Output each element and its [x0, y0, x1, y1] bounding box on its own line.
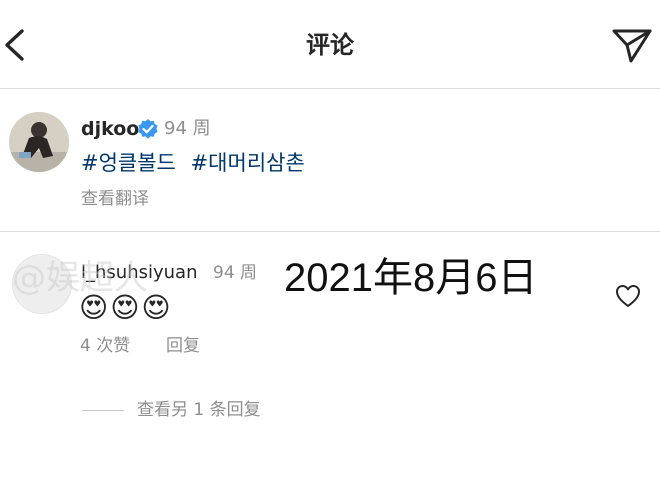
- like-button[interactable]: [614, 283, 642, 309]
- page-title: 评论: [306, 31, 354, 59]
- reply-button[interactable]: 回复: [166, 334, 200, 358]
- avatar[interactable]: [9, 112, 69, 172]
- share-button[interactable]: [611, 28, 653, 64]
- top-bar: 评论: [0, 0, 660, 90]
- see-translation-link[interactable]: 查看翻译: [81, 187, 149, 211]
- post-caption-block: djkoo 94 周 #엉클볼드 #대머리삼촌 查看翻译: [0, 90, 660, 230]
- header-divider: [0, 88, 660, 89]
- watermark: @娱超人: [12, 258, 148, 298]
- hashtag-link[interactable]: #엉클볼드: [81, 151, 176, 175]
- verified-badge-icon: [138, 119, 158, 139]
- hashtag-link[interactable]: #대머리삼촌: [191, 151, 305, 175]
- post-caption: #엉클볼드 #대머리삼촌: [81, 148, 313, 178]
- date-overlay-text: 2021年8月6日: [284, 256, 538, 300]
- comment-like-count[interactable]: 4 次赞: [80, 334, 130, 358]
- view-replies-link[interactable]: 查看另 1 条回复: [137, 398, 261, 422]
- heart-outline-icon: [616, 285, 640, 307]
- post-time: 94 周: [164, 118, 211, 139]
- comment-time: 94 周: [213, 263, 258, 283]
- post-username[interactable]: djkoo: [81, 116, 139, 142]
- replies-divider-line: [82, 410, 124, 411]
- paper-plane-icon: [612, 29, 652, 63]
- avatar-photo: [9, 112, 69, 172]
